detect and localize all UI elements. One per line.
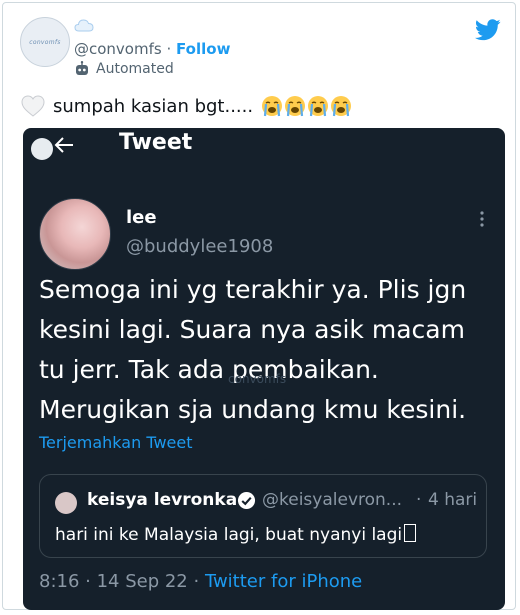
image-watermark: convomfs <box>228 372 287 386</box>
back-arrow-icon <box>54 137 73 153</box>
follow-button[interactable]: Follow <box>176 40 230 58</box>
bot-icon <box>76 61 88 75</box>
tweet-text-row: sumpah kasian bgt..... <box>21 95 352 117</box>
avatar-logo-text: convomfs <box>29 38 61 46</box>
automated-row: Automated <box>74 61 174 77</box>
quoted-avatar <box>55 492 77 514</box>
quoted-name: keisya levronka <box>87 490 238 510</box>
emoji-group <box>261 95 352 117</box>
image-tweet-timestamp: 8:16 · 14 Sep 22 · <box>39 571 205 592</box>
missing-glyph-icon <box>404 524 417 542</box>
image-author-avatar <box>39 198 111 270</box>
handle-row: @convomfs · Follow <box>74 40 230 58</box>
loudly-crying-face-icon <box>285 96 306 117</box>
loudly-crying-face-icon <box>262 96 283 117</box>
attached-image[interactable]: Tweet lee @buddylee1908 Semoga ini yg te… <box>23 128 505 610</box>
loudly-crying-face-icon <box>308 96 329 117</box>
profile-avatar[interactable]: convomfs <box>20 17 70 67</box>
loudly-crying-face-icon <box>331 96 352 117</box>
verified-badge-icon <box>237 491 256 510</box>
image-tweet-source: Twitter for iPhone <box>204 571 363 592</box>
quoted-text-row: hari ini ke Malaysia lagi, buat nyanyi l… <box>55 524 417 545</box>
twitter-logo-icon[interactable] <box>475 19 501 41</box>
quoted-handle: @keisyalevron... <box>262 490 403 510</box>
user-handle[interactable]: @convomfs <box>74 40 162 58</box>
image-tweet-body: Semoga ini yg terakhir ya. Plis jgn kesi… <box>39 275 467 424</box>
image-header-title: Tweet <box>119 130 193 155</box>
image-translate-link: Terjemahkan Tweet <box>39 433 193 452</box>
automated-label: Automated <box>96 61 174 77</box>
quoted-separator: · <box>416 490 422 510</box>
image-back-circle <box>31 138 53 160</box>
tweet-card: convomfs @convomfs · Follow Automated su… <box>2 2 516 610</box>
separator-dot: · <box>166 40 172 58</box>
quoted-text: hari ini ke Malaysia lagi, buat nyanyi l… <box>55 525 403 545</box>
image-author-handle: @buddylee1908 <box>126 236 274 257</box>
quoted-time: 4 hari <box>428 490 478 510</box>
image-author-name: lee <box>126 207 157 228</box>
white-heart-icon <box>21 95 45 117</box>
image-quoted-tweet: keisya levronka @keisyalevron... · 4 har… <box>39 474 487 558</box>
tweet-text: sumpah kasian bgt..... <box>53 95 254 117</box>
image-tweet-footer: 8:16 · 14 Sep 22 · Twitter for iPhone <box>39 571 362 592</box>
cloud-icon <box>74 19 94 32</box>
more-options-icon <box>480 211 484 227</box>
image-tweet-header: Tweet <box>23 128 505 166</box>
